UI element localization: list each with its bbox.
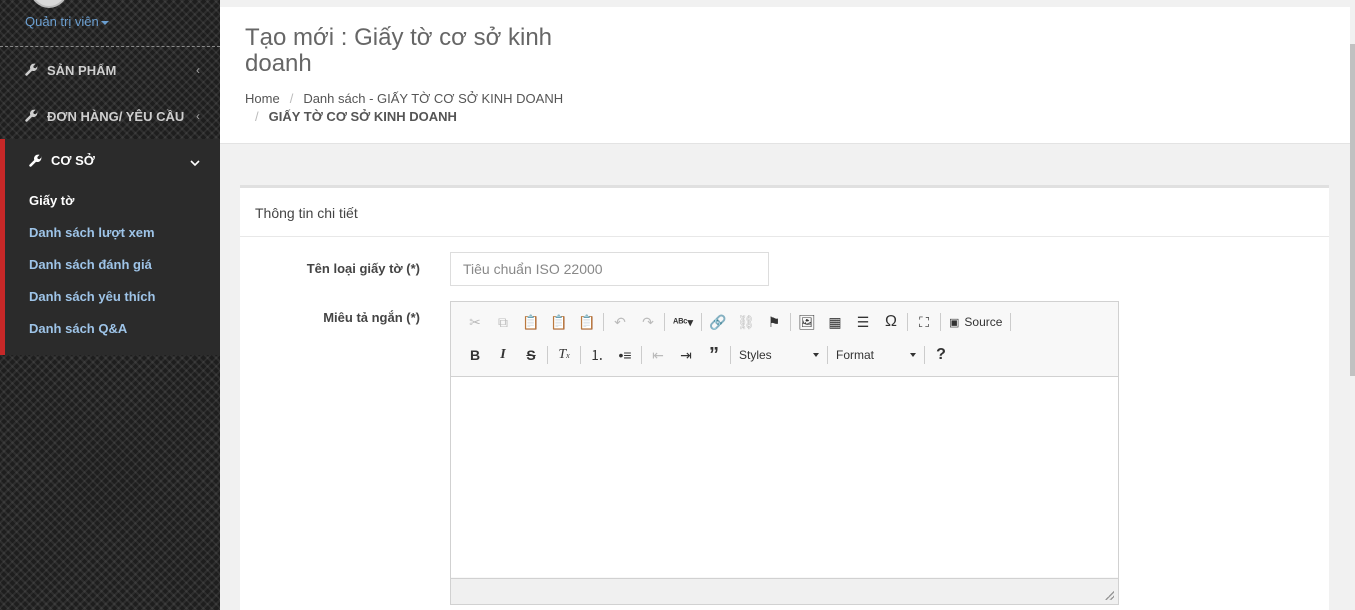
page-header: Tạo mới : Giấy tờ cơ sở kinh doanh Home /…: [220, 7, 1350, 144]
source-label: Source: [964, 315, 1003, 329]
avatar[interactable]: [30, 0, 68, 8]
source-icon: ▣: [949, 316, 960, 329]
format-dropdown[interactable]: Format: [830, 344, 922, 366]
unlink-icon[interactable]: ⛓: [732, 310, 760, 334]
toolbar-separator: [547, 346, 548, 364]
breadcrumb-current: GIẤY TỜ CƠ SỞ KINH DOANH: [268, 109, 457, 124]
toolbar-separator: [701, 313, 702, 331]
italic-icon[interactable]: I: [489, 343, 517, 367]
toolbar-separator: [827, 346, 828, 364]
blockquote-icon[interactable]: ”: [700, 343, 728, 367]
sidebar-group-co-so: CƠ SỞ Giấy tờ Danh sách lượt xem Danh sá…: [0, 139, 220, 355]
breadcrumb: Home / Danh sách - GIẤY TỜ CƠ SỞ KINH DOAN…: [245, 90, 575, 126]
maximize-icon[interactable]: ⛶: [910, 310, 938, 334]
description-label: Miêu tả ngắn (*): [323, 310, 420, 325]
rich-text-editor: ✂ ⧉ 📋 📋 📋 ↶ ↷ ᴬᴮᶜ▾ 🔗 ⛓ ⚑ 🖼 ▦ ☰ Ω ⛶ ▣ Sou…: [450, 301, 1119, 605]
card-divider: [240, 236, 1329, 237]
numbered-list-icon[interactable]: ⒈: [583, 343, 611, 367]
chevron-down-icon: [190, 160, 200, 167]
horizontal-line-icon[interactable]: ☰: [849, 310, 877, 334]
wrench-icon: [29, 154, 42, 167]
toolbar-separator: [924, 346, 925, 364]
cut-icon[interactable]: ✂: [461, 310, 489, 334]
styles-dropdown[interactable]: Styles: [733, 344, 825, 366]
name-label: Tên loại giấy tờ (*): [306, 261, 420, 276]
paste-word-icon[interactable]: 📋: [573, 310, 601, 334]
toolbar-row-2: B I S Tx ⒈ •≡ ⇤ ⇥ ” Styles Format ?: [461, 342, 955, 368]
chevron-left-icon: ‹: [196, 109, 200, 123]
outdent-icon[interactable]: ⇤: [644, 343, 672, 367]
name-input[interactable]: [450, 252, 769, 286]
toolbar-separator: [580, 346, 581, 364]
sidebar: Quản trị viên SẢN PHẨM ‹ ĐƠN HÀNG/ YÊU C…: [0, 0, 220, 610]
breadcrumb-home[interactable]: Home: [245, 91, 280, 106]
editor-footer: [451, 578, 1118, 604]
breadcrumb-separator: /: [255, 109, 259, 124]
sidebar-item-san-pham[interactable]: SẢN PHẨM ‹: [0, 47, 220, 93]
undo-icon[interactable]: ↶: [606, 310, 634, 334]
detail-card: Thông tin chi tiết Tên loại giấy tờ (*) …: [240, 185, 1329, 610]
source-button[interactable]: ▣ Source: [943, 315, 1008, 329]
breadcrumb-separator: /: [289, 91, 294, 106]
sidebar-subitem-giay-to[interactable]: Giấy tờ: [29, 193, 74, 208]
chevron-left-icon: ‹: [196, 63, 200, 77]
toolbar-separator: [1010, 313, 1012, 331]
dropdown-arrow-icon: [910, 353, 916, 357]
sidebar-item-don-hang[interactable]: ĐƠN HÀNG/ YÊU CẦU ‹: [0, 93, 220, 139]
toolbar-separator: [940, 313, 941, 331]
wrench-icon: [25, 63, 38, 76]
sidebar-item-label: CƠ SỞ: [51, 153, 95, 168]
toolbar-row-1: ✂ ⧉ 📋 📋 📋 ↶ ↷ ᴬᴮᶜ▾ 🔗 ⛓ ⚑ 🖼 ▦ ☰ Ω ⛶ ▣ Sou…: [461, 309, 1013, 335]
special-char-icon[interactable]: Ω: [877, 310, 905, 334]
bulleted-list-icon[interactable]: •≡: [611, 343, 639, 367]
toolbar-separator: [641, 346, 642, 364]
spellcheck-icon[interactable]: ᴬᴮᶜ▾: [667, 310, 699, 334]
styles-label: Styles: [739, 348, 772, 362]
paste-text-icon[interactable]: 📋: [545, 310, 573, 334]
anchor-icon[interactable]: ⚑: [760, 310, 788, 334]
remove-format-icon[interactable]: Tx: [550, 343, 578, 367]
page-scrollbar[interactable]: [1350, 0, 1355, 610]
dropdown-arrow-icon: [813, 353, 819, 357]
bold-icon[interactable]: B: [461, 343, 489, 367]
paste-icon[interactable]: 📋: [517, 310, 545, 334]
table-icon[interactable]: ▦: [821, 310, 849, 334]
sidebar-subitem-danh-gia[interactable]: Danh sách đánh giá: [29, 257, 152, 272]
sidebar-subitem-luot-xem[interactable]: Danh sách lượt xem: [29, 225, 155, 240]
toolbar-separator: [907, 313, 908, 331]
page-title: Tạo mới : Giấy tờ cơ sở kinh doanh: [245, 24, 553, 77]
toolbar-separator: [790, 313, 791, 331]
card-title: Thông tin chi tiết: [255, 205, 358, 221]
wrench-icon: [25, 109, 38, 122]
redo-icon[interactable]: ↷: [634, 310, 662, 334]
sidebar-item-label: ĐƠN HÀNG/ YÊU CẦU: [47, 108, 185, 124]
toolbar-separator: [603, 313, 604, 331]
link-icon[interactable]: 🔗: [704, 310, 732, 334]
format-label: Format: [836, 348, 875, 362]
breadcrumb-list[interactable]: Danh sách - GIẤY TỜ CƠ SỞ KINH DOANH: [303, 91, 563, 106]
indent-icon[interactable]: ⇥: [672, 343, 700, 367]
sidebar-subitem-yeu-thich[interactable]: Danh sách yêu thích: [29, 289, 155, 304]
user-role-dropdown[interactable]: Quản trị viên: [25, 14, 109, 29]
strike-icon[interactable]: S: [517, 343, 545, 367]
toolbar-separator: [730, 346, 731, 364]
sidebar-item-co-so[interactable]: CƠ SỞ: [29, 153, 95, 168]
sidebar-item-label: SẢN PHẨM: [47, 62, 117, 78]
resize-grip-icon[interactable]: [1105, 591, 1114, 600]
editor-toolbar: ✂ ⧉ 📋 📋 📋 ↶ ↷ ᴬᴮᶜ▾ 🔗 ⛓ ⚑ 🖼 ▦ ☰ Ω ⛶ ▣ Sou…: [451, 302, 1118, 377]
sidebar-subitem-qa[interactable]: Danh sách Q&A: [29, 321, 127, 336]
image-icon[interactable]: 🖼: [793, 310, 821, 334]
user-role-label: Quản trị viên: [25, 14, 99, 29]
editor-content-area[interactable]: [451, 377, 1118, 577]
toolbar-separator: [664, 313, 665, 331]
copy-icon[interactable]: ⧉: [489, 310, 517, 334]
scrollbar-thumb[interactable]: [1350, 44, 1355, 376]
caret-down-icon: [100, 20, 109, 25]
help-icon[interactable]: ?: [927, 343, 955, 367]
